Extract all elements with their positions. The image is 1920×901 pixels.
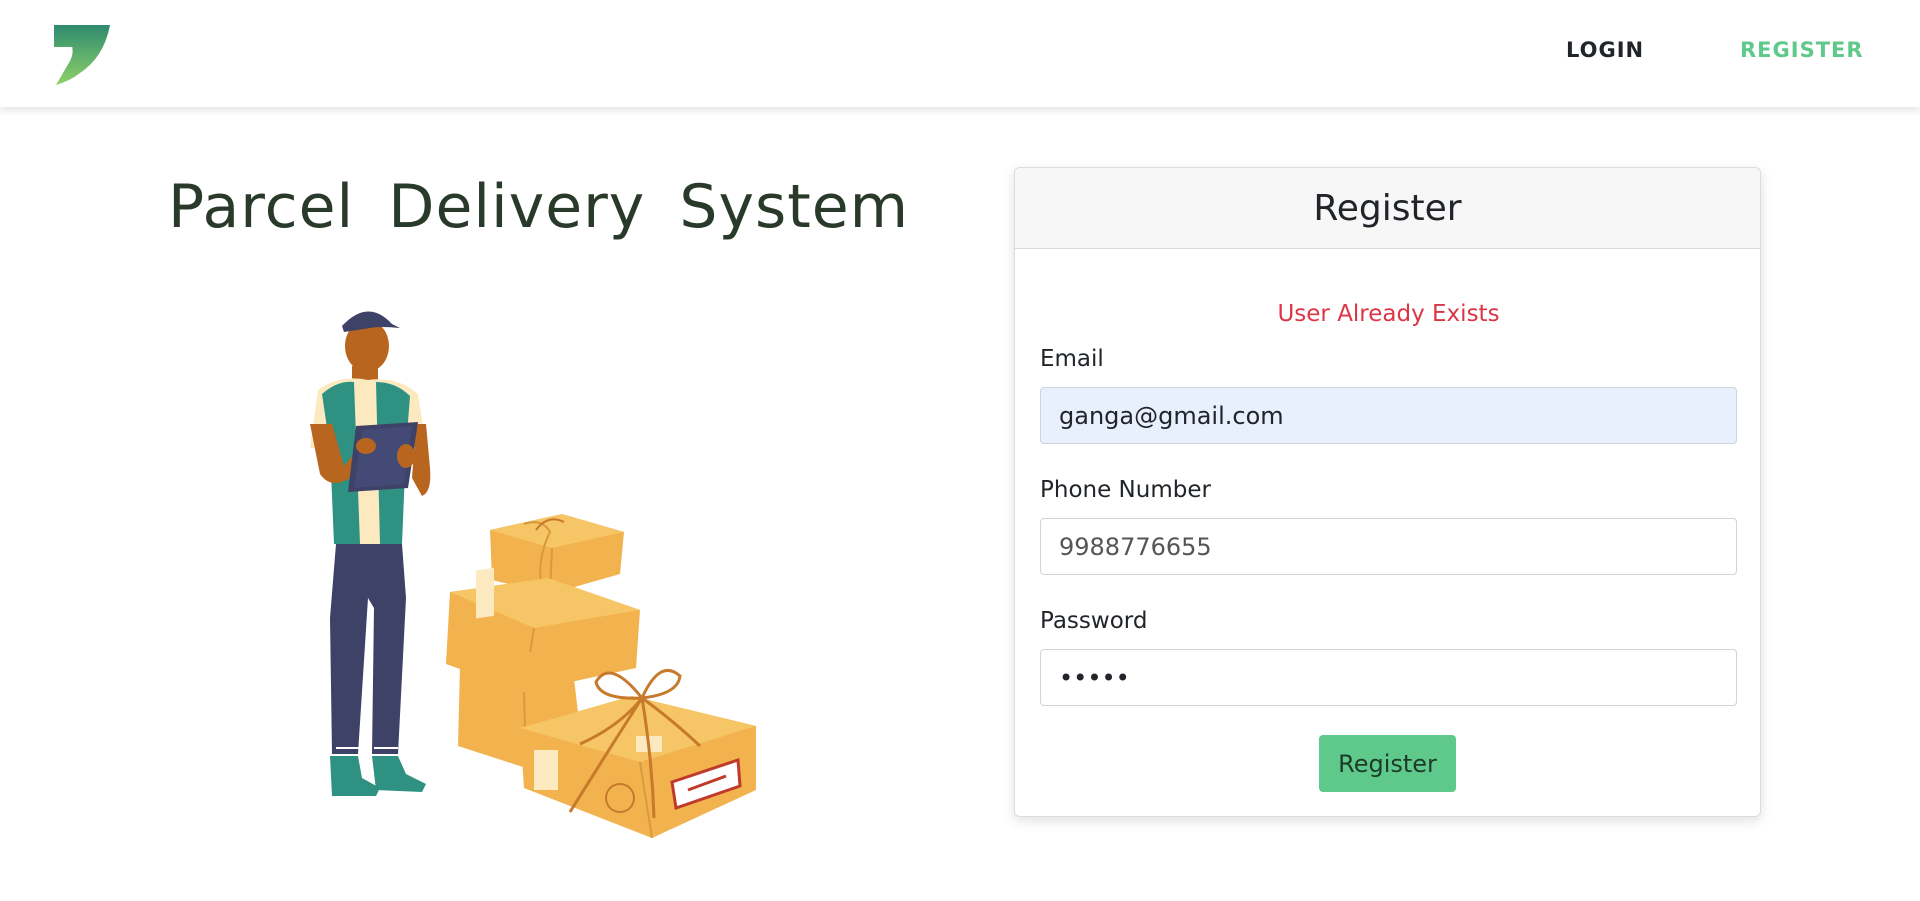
email-label: Email	[1040, 346, 1104, 372]
email-field[interactable]	[1040, 387, 1737, 444]
form-title: Register	[1313, 187, 1462, 229]
error-message: User Already Exists	[1277, 301, 1500, 327]
card-header: Register	[1015, 168, 1760, 249]
password-label: Password	[1040, 608, 1148, 634]
phone-field[interactable]	[1040, 518, 1737, 575]
nav-login-link[interactable]: LOGIN	[1566, 38, 1644, 62]
nav-register-link[interactable]: REGISTER	[1740, 38, 1864, 62]
password-field[interactable]	[1040, 649, 1737, 706]
navbar: LOGIN REGISTER	[0, 0, 1920, 107]
delivery-man-illustration	[280, 298, 760, 846]
register-card: Register User Already Exists Email Phone…	[1014, 167, 1761, 817]
leaf-logo-icon[interactable]	[52, 23, 112, 85]
phone-label: Phone Number	[1040, 477, 1211, 503]
register-button[interactable]: Register	[1319, 735, 1456, 792]
page-title: Parcel Delivery System	[168, 172, 910, 242]
